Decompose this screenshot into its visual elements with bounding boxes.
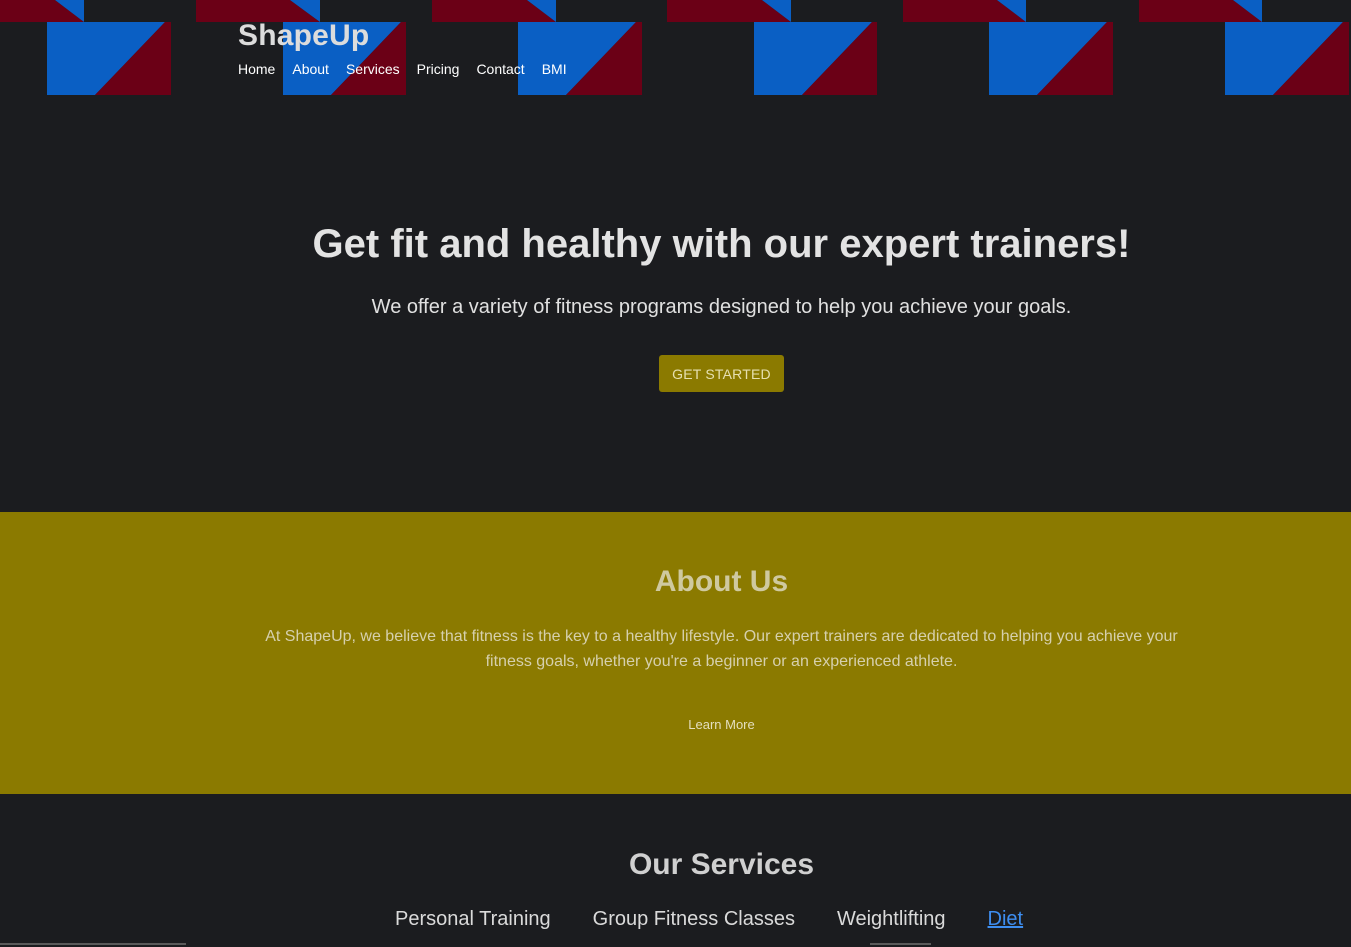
about-text-line-1: At ShapeUp, we believe that fitness is t… [265, 628, 1178, 645]
scrollbar-left-segment [0, 943, 186, 945]
nav-pricing[interactable]: Pricing [417, 61, 460, 77]
scrollbar-right-segment [870, 943, 931, 945]
header-pattern [0, 0, 1349, 95]
page: ShapeUp Home About Services Pricing Cont… [0, 0, 1351, 947]
service-item-personal-training: Personal Training [395, 908, 551, 930]
service-item-group-fitness: Group Fitness Classes [592, 908, 795, 930]
services-title: Our Services [628, 848, 815, 881]
hero-subtitle: We offer a variety of fitness programs d… [371, 296, 1072, 318]
brand-logo-text[interactable]: ShapeUp [238, 19, 369, 53]
services-list: Personal Training Group Fitness Classes … [395, 908, 1023, 931]
service-item-weightlifting: Weightlifting [836, 908, 946, 930]
about-section: About Us At ShapeUp, we believe that fit… [0, 512, 1351, 794]
nav-bmi[interactable]: BMI [542, 61, 567, 77]
site-header: ShapeUp Home About Services Pricing Cont… [0, 0, 1351, 96]
hero-title: Get fit and healthy with our expert trai… [312, 222, 1131, 266]
get-started-button[interactable]: GET STARTED [659, 355, 784, 392]
nav-services[interactable]: Services [346, 61, 400, 77]
learn-more-link[interactable]: Learn More [0, 717, 1351, 732]
nav-about[interactable]: About [292, 61, 329, 77]
nav-contact[interactable]: Contact [476, 61, 524, 77]
about-title: About Us [654, 565, 789, 598]
nav-home[interactable]: Home [238, 61, 275, 77]
main-nav: Home About Services Pricing Contact BMI [238, 61, 584, 77]
pattern-top-row [0, 0, 1262, 22]
about-text-line-2: fitness goals, whether you're a beginner… [485, 653, 958, 670]
service-link-diet[interactable]: Diet [988, 908, 1024, 931]
about-text: At ShapeUp, we believe that fitness is t… [240, 624, 1203, 674]
